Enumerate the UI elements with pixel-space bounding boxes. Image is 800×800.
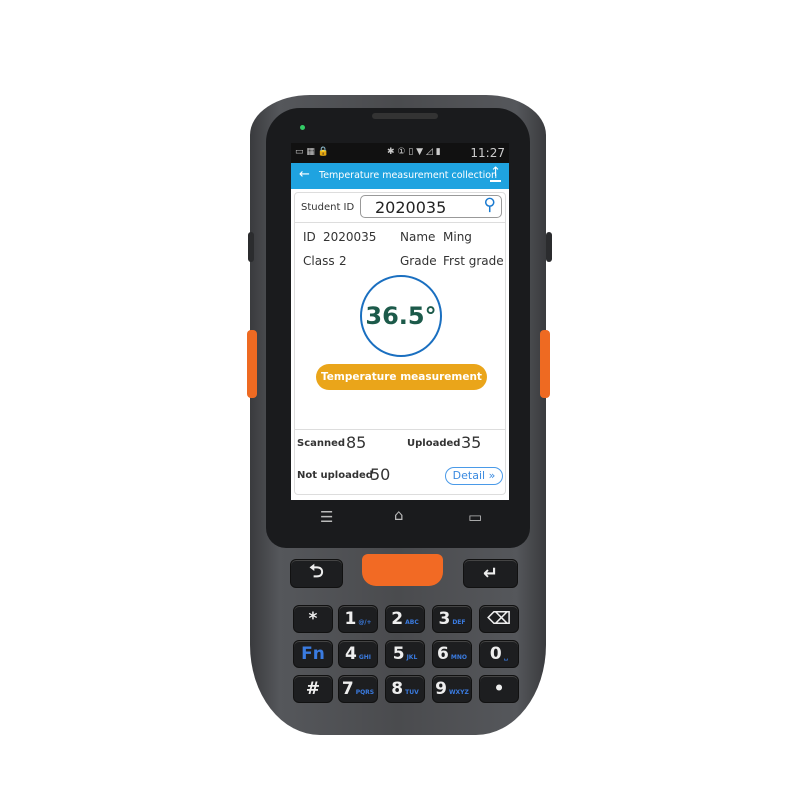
image-icon: ▭ ▦ 🔒 bbox=[295, 147, 329, 157]
search-icon[interactable]: ⚲ bbox=[484, 195, 496, 215]
key-1[interactable]: 1 @/+ bbox=[338, 605, 378, 633]
key-12[interactable]: 8 TUV bbox=[385, 675, 425, 703]
scanned-value: 85 bbox=[346, 433, 367, 452]
key-sublabel: ␣ bbox=[503, 653, 509, 661]
name-value: Ming bbox=[443, 230, 472, 244]
key-11[interactable]: 7 PQRS bbox=[338, 675, 378, 703]
screen: ▭ ▦ 🔒 ✱ ① ▯ ▼ ◿ ▮ 11:27 ← Temperature me… bbox=[291, 143, 509, 500]
home-icon[interactable]: ⌂ bbox=[394, 506, 404, 524]
back-key[interactable]: ⮌ bbox=[290, 559, 343, 588]
status-bar: ▭ ▦ 🔒 ✱ ① ▯ ▼ ◿ ▮ 11:27 bbox=[291, 143, 509, 163]
key-label: 4 bbox=[344, 644, 357, 664]
divider bbox=[295, 429, 505, 430]
key-13[interactable]: 9 WXYZ bbox=[432, 675, 472, 703]
key-sublabel: GHI bbox=[358, 653, 372, 661]
scanned-label: Scanned bbox=[297, 438, 346, 449]
arrow-left-icon[interactable]: ← bbox=[299, 167, 310, 182]
key-label: 8 bbox=[391, 679, 404, 699]
key-sublabel: MNO bbox=[450, 653, 467, 661]
upload-icon[interactable]: ↑ bbox=[490, 166, 501, 182]
uploaded-label: Uploaded bbox=[407, 438, 461, 449]
key-label: 2 bbox=[391, 609, 404, 629]
key-sublabel: WXYZ bbox=[448, 688, 469, 696]
clock: 11:27 bbox=[470, 146, 505, 160]
key-sublabel: JKL bbox=[406, 653, 418, 661]
scan-key[interactable] bbox=[362, 554, 443, 586]
key-label: 0 bbox=[489, 644, 502, 664]
key-4[interactable]: ⌫ bbox=[479, 605, 519, 633]
key-label: 5 bbox=[392, 644, 405, 664]
left-scan-trigger[interactable] bbox=[247, 330, 257, 398]
power-button[interactable] bbox=[546, 232, 552, 262]
key-label: Fn bbox=[301, 644, 325, 664]
key-14[interactable]: • bbox=[479, 675, 519, 703]
temperature-value: 36.5° bbox=[365, 302, 437, 330]
key-sublabel: ABC bbox=[405, 618, 419, 626]
app-title: Temperature measurement collection bbox=[319, 170, 498, 181]
detail-button[interactable]: Detail » bbox=[445, 467, 503, 485]
key-label: 3 bbox=[438, 609, 451, 629]
key-9[interactable]: 0 ␣ bbox=[479, 640, 519, 668]
temperature-display: 36.5° bbox=[360, 275, 442, 357]
not-uploaded-label: Not uploaded bbox=[297, 470, 373, 481]
key-label: 7 bbox=[341, 679, 354, 699]
divider bbox=[295, 222, 505, 223]
key-3[interactable]: 3 DEF bbox=[432, 605, 472, 633]
volume-button[interactable] bbox=[248, 232, 254, 262]
key-sublabel: PQRS bbox=[355, 688, 375, 696]
grade-label: Grade bbox=[400, 254, 437, 268]
class-label: Class bbox=[303, 254, 335, 268]
speaker-grille bbox=[372, 113, 438, 119]
key-sublabel: @/+ bbox=[358, 618, 372, 626]
key-7[interactable]: 5 JKL bbox=[385, 640, 425, 668]
system-icons: ✱ ① ▯ ▼ ◿ ▮ bbox=[387, 147, 441, 157]
key-label: • bbox=[493, 679, 505, 699]
key-10[interactable]: # bbox=[293, 675, 333, 703]
key-label: 1 bbox=[344, 609, 357, 629]
recents-icon[interactable]: ▭ bbox=[468, 508, 482, 526]
key-2[interactable]: 2 ABC bbox=[385, 605, 425, 633]
right-scan-trigger[interactable] bbox=[540, 330, 550, 398]
name-label: Name bbox=[400, 230, 436, 244]
grade-value: Frst grade bbox=[443, 254, 504, 268]
content-card: Student ID 2020035 ⚲ ID 2020035 Name Min… bbox=[294, 192, 506, 495]
key-6[interactable]: 4 GHI bbox=[338, 640, 378, 668]
key-label: ⌫ bbox=[486, 609, 512, 629]
key-sublabel: DEF bbox=[452, 618, 466, 626]
key-sublabel: TUV bbox=[405, 688, 419, 696]
student-id-value: 2020035 bbox=[375, 198, 447, 217]
id-value: 2020035 bbox=[323, 230, 377, 244]
uploaded-value: 35 bbox=[461, 433, 482, 452]
key-label: # bbox=[305, 679, 321, 699]
not-uploaded-value: 50 bbox=[370, 465, 391, 484]
key-label: * bbox=[308, 609, 318, 629]
student-id-input[interactable]: 2020035 ⚲ bbox=[360, 195, 502, 218]
class-value: 2 bbox=[339, 254, 347, 268]
menu-icon[interactable]: ☰ bbox=[320, 508, 333, 526]
temperature-measurement-button[interactable]: Temperature measurement bbox=[316, 364, 487, 390]
key-8[interactable]: 6 MNO bbox=[432, 640, 472, 668]
enter-key[interactable]: ↵ bbox=[463, 559, 518, 588]
app-bar: ← Temperature measurement collection ↑ bbox=[291, 163, 509, 189]
key-0[interactable]: * bbox=[293, 605, 333, 633]
key-5[interactable]: Fn bbox=[293, 640, 333, 668]
id-label: ID bbox=[303, 230, 316, 244]
key-label: 6 bbox=[437, 644, 449, 664]
student-id-label: Student ID bbox=[301, 202, 355, 213]
key-label: 9 bbox=[435, 679, 447, 699]
led-indicator bbox=[300, 125, 305, 130]
